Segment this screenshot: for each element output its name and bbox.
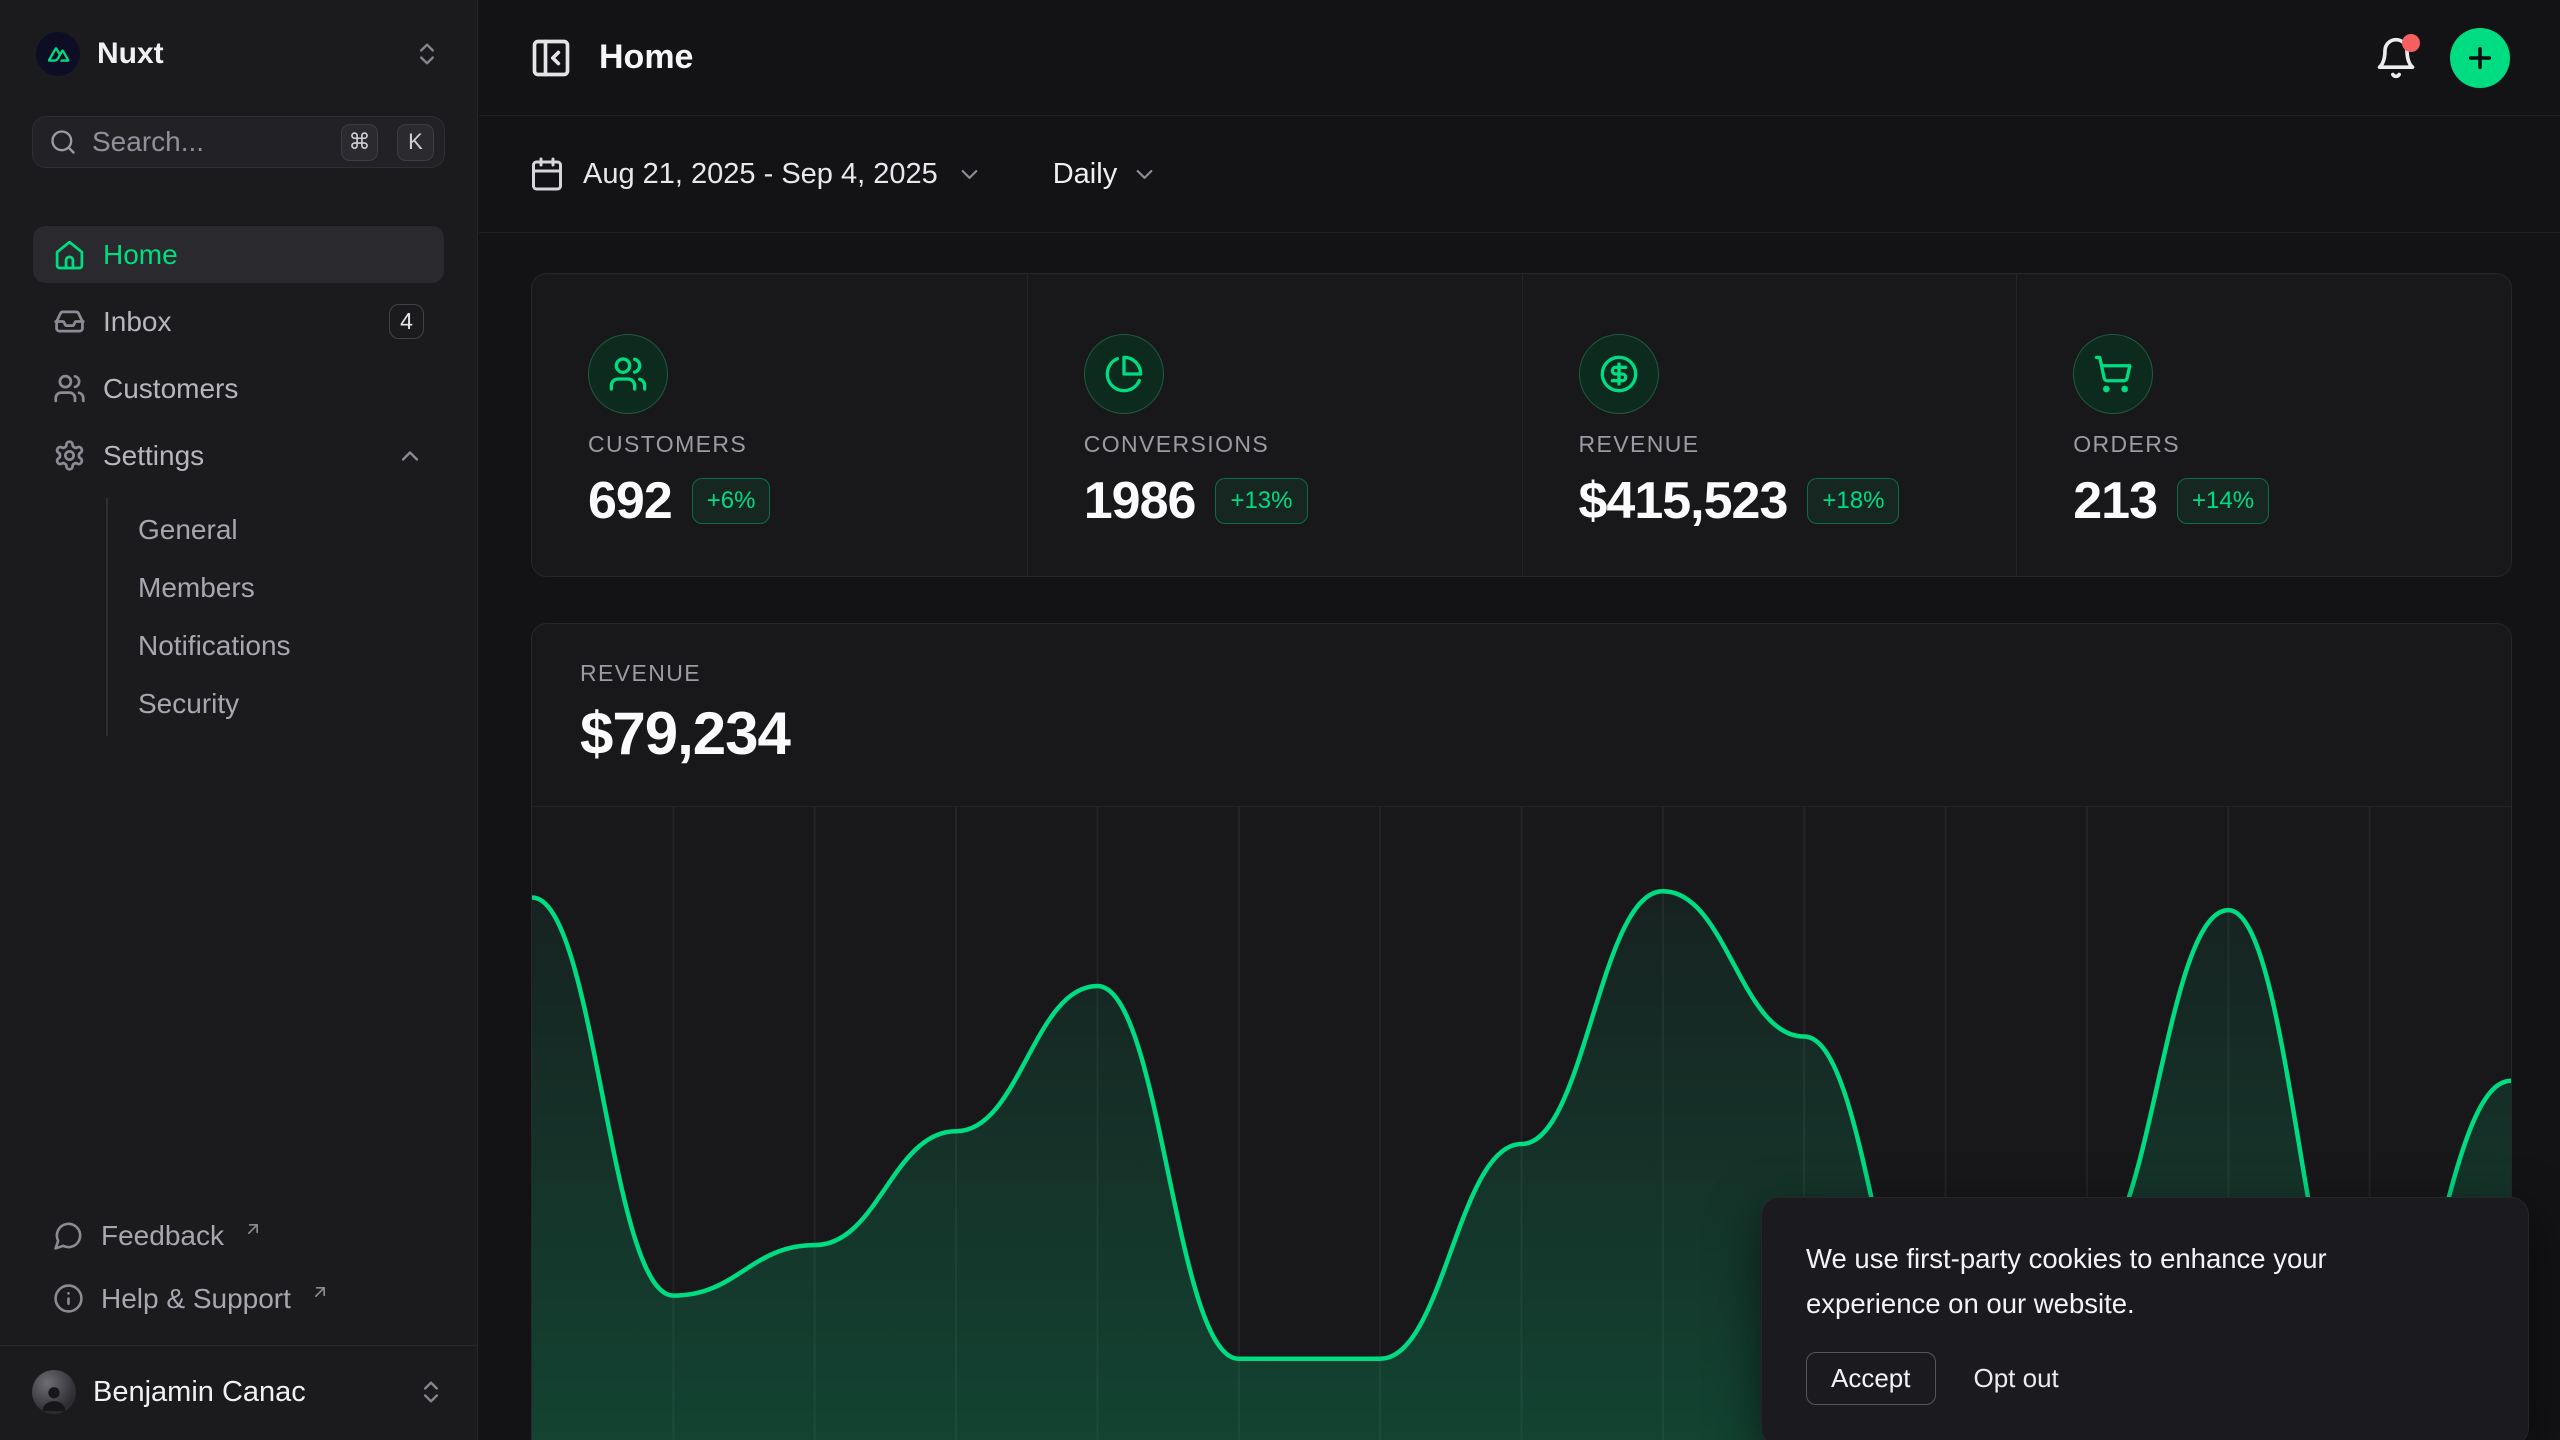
message-bubble-icon — [53, 1220, 84, 1251]
info-circle-icon — [53, 1283, 84, 1314]
date-range-picker[interactable]: Aug 21, 2025 - Sep 4, 2025 — [529, 156, 983, 192]
nuxt-logo-icon — [36, 32, 80, 76]
user-menu[interactable]: Benjamin Canac — [20, 1362, 457, 1422]
header-actions — [2374, 28, 2510, 88]
sidebar-item-notifications[interactable]: Notifications — [138, 620, 444, 672]
stat-value: 692 — [588, 471, 672, 531]
accept-button[interactable]: Accept — [1806, 1352, 1936, 1405]
sidebar-item-customers[interactable]: Customers — [33, 360, 444, 417]
sidebar-item-label: Settings — [103, 440, 204, 472]
sidebar-nav: Home Inbox 4 Customers Settings General — [33, 226, 444, 736]
search-icon — [49, 128, 77, 156]
stat-card-orders[interactable]: ORDERS 213 +14% — [2016, 274, 2511, 576]
shopping-cart-icon — [2093, 354, 2133, 394]
page-header: Home — [479, 0, 2560, 116]
help-support-link[interactable]: Help & Support — [33, 1270, 444, 1327]
stat-card-conversions[interactable]: CONVERSIONS 1986 +13% — [1027, 274, 1522, 576]
stat-change-badge: +6% — [692, 478, 771, 524]
add-button[interactable] — [2450, 28, 2510, 88]
notifications-button[interactable] — [2374, 36, 2418, 80]
page-title: Home — [599, 38, 693, 77]
user-name: Benjamin Canac — [93, 1376, 306, 1409]
feedback-link[interactable]: Feedback — [33, 1207, 444, 1264]
sidebar-item-label: Home — [103, 239, 178, 271]
stat-change-badge: +18% — [1807, 478, 1899, 524]
users-icon — [53, 372, 86, 405]
filters-toolbar: Aug 21, 2025 - Sep 4, 2025 Daily — [479, 116, 2560, 233]
cookie-message: We use first-party cookies to enhance yo… — [1806, 1236, 2451, 1326]
kbd-k: K — [397, 124, 434, 161]
workspace-name: Nuxt — [97, 37, 164, 71]
external-link-icon — [310, 1282, 330, 1302]
sidebar-item-home[interactable]: Home — [33, 226, 444, 283]
stat-icon-badge — [1084, 334, 1164, 414]
stat-icon-badge — [1579, 334, 1659, 414]
pie-chart-icon — [1104, 354, 1144, 394]
plus-icon — [2464, 42, 2496, 74]
users-icon — [608, 354, 648, 394]
stat-label: CONVERSIONS — [1084, 431, 1466, 458]
gear-icon — [53, 439, 86, 472]
avatar — [32, 1370, 76, 1414]
workspace-switcher[interactable]: Nuxt — [30, 22, 447, 86]
chevrons-up-down-icon — [413, 40, 441, 68]
sidebar-item-label: Customers — [103, 373, 238, 405]
revenue-panel-header: REVENUE $79,234 — [532, 624, 2511, 807]
stat-label: ORDERS — [2073, 431, 2455, 458]
inbox-count-badge: 4 — [389, 304, 424, 339]
sidebar-item-security[interactable]: Security — [138, 678, 444, 730]
chevrons-up-down-icon — [417, 1378, 445, 1406]
stat-value: $415,523 — [1579, 471, 1788, 531]
search-input[interactable]: Search... ⌘ K — [32, 116, 445, 168]
search-placeholder: Search... — [92, 126, 322, 158]
chevron-down-icon — [1131, 161, 1158, 188]
cookie-actions: Accept Opt out — [1806, 1352, 2484, 1405]
stat-card-customers[interactable]: CUSTOMERS 692 +6% — [532, 274, 1027, 576]
revenue-value: $79,234 — [580, 699, 2463, 768]
chevron-up-icon — [396, 442, 424, 470]
granularity-select[interactable]: Daily — [1053, 158, 1158, 191]
notification-dot — [2402, 34, 2420, 52]
stat-label: REVENUE — [1579, 431, 1961, 458]
dashboard-root: Nuxt Search... ⌘ K Home Inbox 4 Cust — [0, 0, 2560, 1440]
sidebar-item-inbox[interactable]: Inbox 4 — [33, 293, 444, 350]
external-link-icon — [243, 1219, 263, 1239]
help-support-label: Help & Support — [101, 1283, 291, 1315]
stats-summary-card: CUSTOMERS 692 +6% CONVERSIONS 1986 +13% — [531, 273, 2512, 577]
stat-change-badge: +13% — [1215, 478, 1307, 524]
revenue-label: REVENUE — [580, 660, 2463, 687]
sidebar: Nuxt Search... ⌘ K Home Inbox 4 Cust — [0, 0, 478, 1440]
stat-icon-badge — [588, 334, 668, 414]
stat-icon-badge — [2073, 334, 2153, 414]
feedback-label: Feedback — [101, 1220, 224, 1252]
sidebar-item-settings[interactable]: Settings — [33, 427, 444, 484]
sidebar-item-members[interactable]: Members — [138, 562, 444, 614]
sidebar-item-label: Inbox — [103, 306, 172, 338]
panel-left-close-icon — [529, 36, 573, 80]
stat-change-badge: +14% — [2177, 478, 2269, 524]
opt-out-button[interactable]: Opt out — [1974, 1363, 2059, 1394]
calendar-icon — [529, 156, 565, 192]
sidebar-item-general[interactable]: General — [138, 504, 444, 556]
cookie-consent-toast: We use first-party cookies to enhance yo… — [1761, 1197, 2529, 1440]
granularity-label: Daily — [1053, 158, 1117, 191]
date-range-label: Aug 21, 2025 - Sep 4, 2025 — [583, 158, 938, 191]
stat-label: CUSTOMERS — [588, 431, 971, 458]
chevron-down-icon — [956, 161, 983, 188]
sidebar-footer: Benjamin Canac — [0, 1345, 477, 1440]
sidebar-collapse-button[interactable] — [529, 36, 573, 80]
stat-value: 213 — [2073, 471, 2157, 531]
inbox-icon — [53, 305, 86, 338]
stat-value: 1986 — [1084, 471, 1196, 531]
stat-card-revenue[interactable]: REVENUE $415,523 +18% — [1522, 274, 2017, 576]
kbd-cmd: ⌘ — [341, 124, 378, 161]
dollar-circle-icon — [1599, 354, 1639, 394]
home-icon — [53, 238, 86, 271]
sidebar-secondary-links: Feedback Help & Support — [0, 1207, 477, 1327]
settings-subnav: General Members Notifications Security — [106, 498, 444, 736]
